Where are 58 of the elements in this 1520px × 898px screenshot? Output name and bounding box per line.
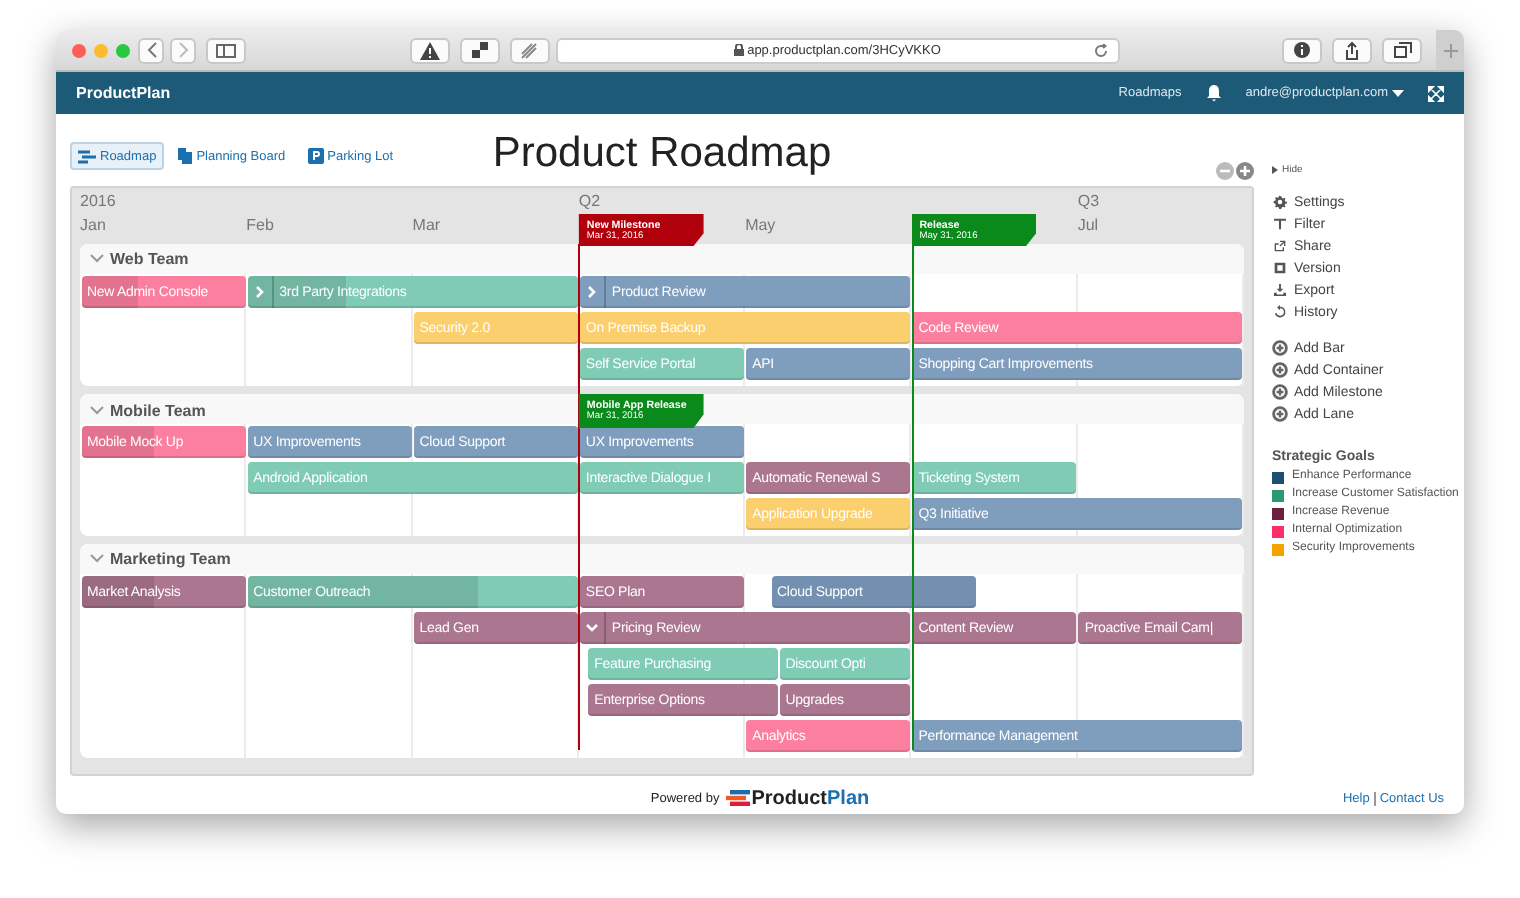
month-label: Feb (246, 214, 276, 234)
reload-icon[interactable] (1093, 43, 1107, 57)
plus-icon (1443, 43, 1457, 57)
caret-icon (1392, 89, 1404, 97)
add-icon (1272, 340, 1288, 356)
bell-icon[interactable] (1205, 84, 1222, 102)
info-button[interactable] (1282, 37, 1322, 63)
tabs-icon (1393, 42, 1411, 58)
gear-icon (1272, 194, 1288, 210)
lane-name: Marketing Team (110, 550, 231, 568)
close-icon[interactable] (72, 43, 86, 57)
back-icon (145, 42, 157, 58)
zoom-in-icon[interactable] (1236, 162, 1254, 180)
quarter-label: 2016 (80, 192, 118, 210)
squares-icon (471, 42, 487, 58)
extension-button[interactable] (459, 37, 499, 63)
funnel-icon (1272, 216, 1288, 232)
fullscreen-icon[interactable] (1428, 85, 1444, 101)
lock-icon (733, 44, 744, 56)
lane-name: Mobile Team (110, 402, 206, 420)
share-button[interactable] (1332, 37, 1372, 63)
month-label: May (745, 214, 778, 234)
share-icon (1272, 238, 1288, 254)
roadmap-icon (78, 149, 96, 163)
month-label: Mar (412, 214, 443, 234)
tabs-button[interactable] (1382, 37, 1422, 63)
history-icon (1272, 304, 1288, 320)
forward-icon (177, 42, 189, 58)
quarter-label: Q2 (578, 192, 603, 210)
month-label: Jul (1077, 214, 1101, 234)
lane-name: Web Team (110, 250, 189, 268)
download-icon (1272, 282, 1288, 298)
warning-icon (419, 41, 439, 59)
stripes-icon (520, 41, 538, 59)
back-button[interactable] (138, 37, 164, 63)
roadmap-title: Product Roadmap (492, 130, 832, 178)
chevron-icon[interactable] (90, 554, 104, 564)
maximize-icon[interactable] (116, 43, 130, 57)
share-icon (1344, 41, 1360, 59)
add-icon (1272, 406, 1288, 422)
chevron-icon[interactable] (90, 406, 104, 416)
brand-name[interactable]: ProductPlan (76, 84, 171, 102)
sidebar-button[interactable] (206, 37, 246, 63)
logo-icon (725, 790, 750, 806)
logo-text: ProductPlan (751, 787, 870, 809)
add-icon (1272, 362, 1288, 378)
month-label: Jan (80, 214, 108, 234)
add-icon (1272, 384, 1288, 400)
zoom-out-icon[interactable] (1216, 162, 1234, 180)
sidebar-icon (216, 43, 236, 57)
triangle-icon (1272, 166, 1278, 174)
parking-icon (307, 148, 324, 164)
quarter-label: Q3 (1077, 192, 1102, 210)
board-icon (178, 148, 193, 164)
chevron-icon[interactable] (90, 254, 104, 264)
warning-button[interactable] (409, 37, 449, 63)
info-icon (1294, 42, 1310, 58)
new-tab-button[interactable] (1436, 30, 1464, 70)
